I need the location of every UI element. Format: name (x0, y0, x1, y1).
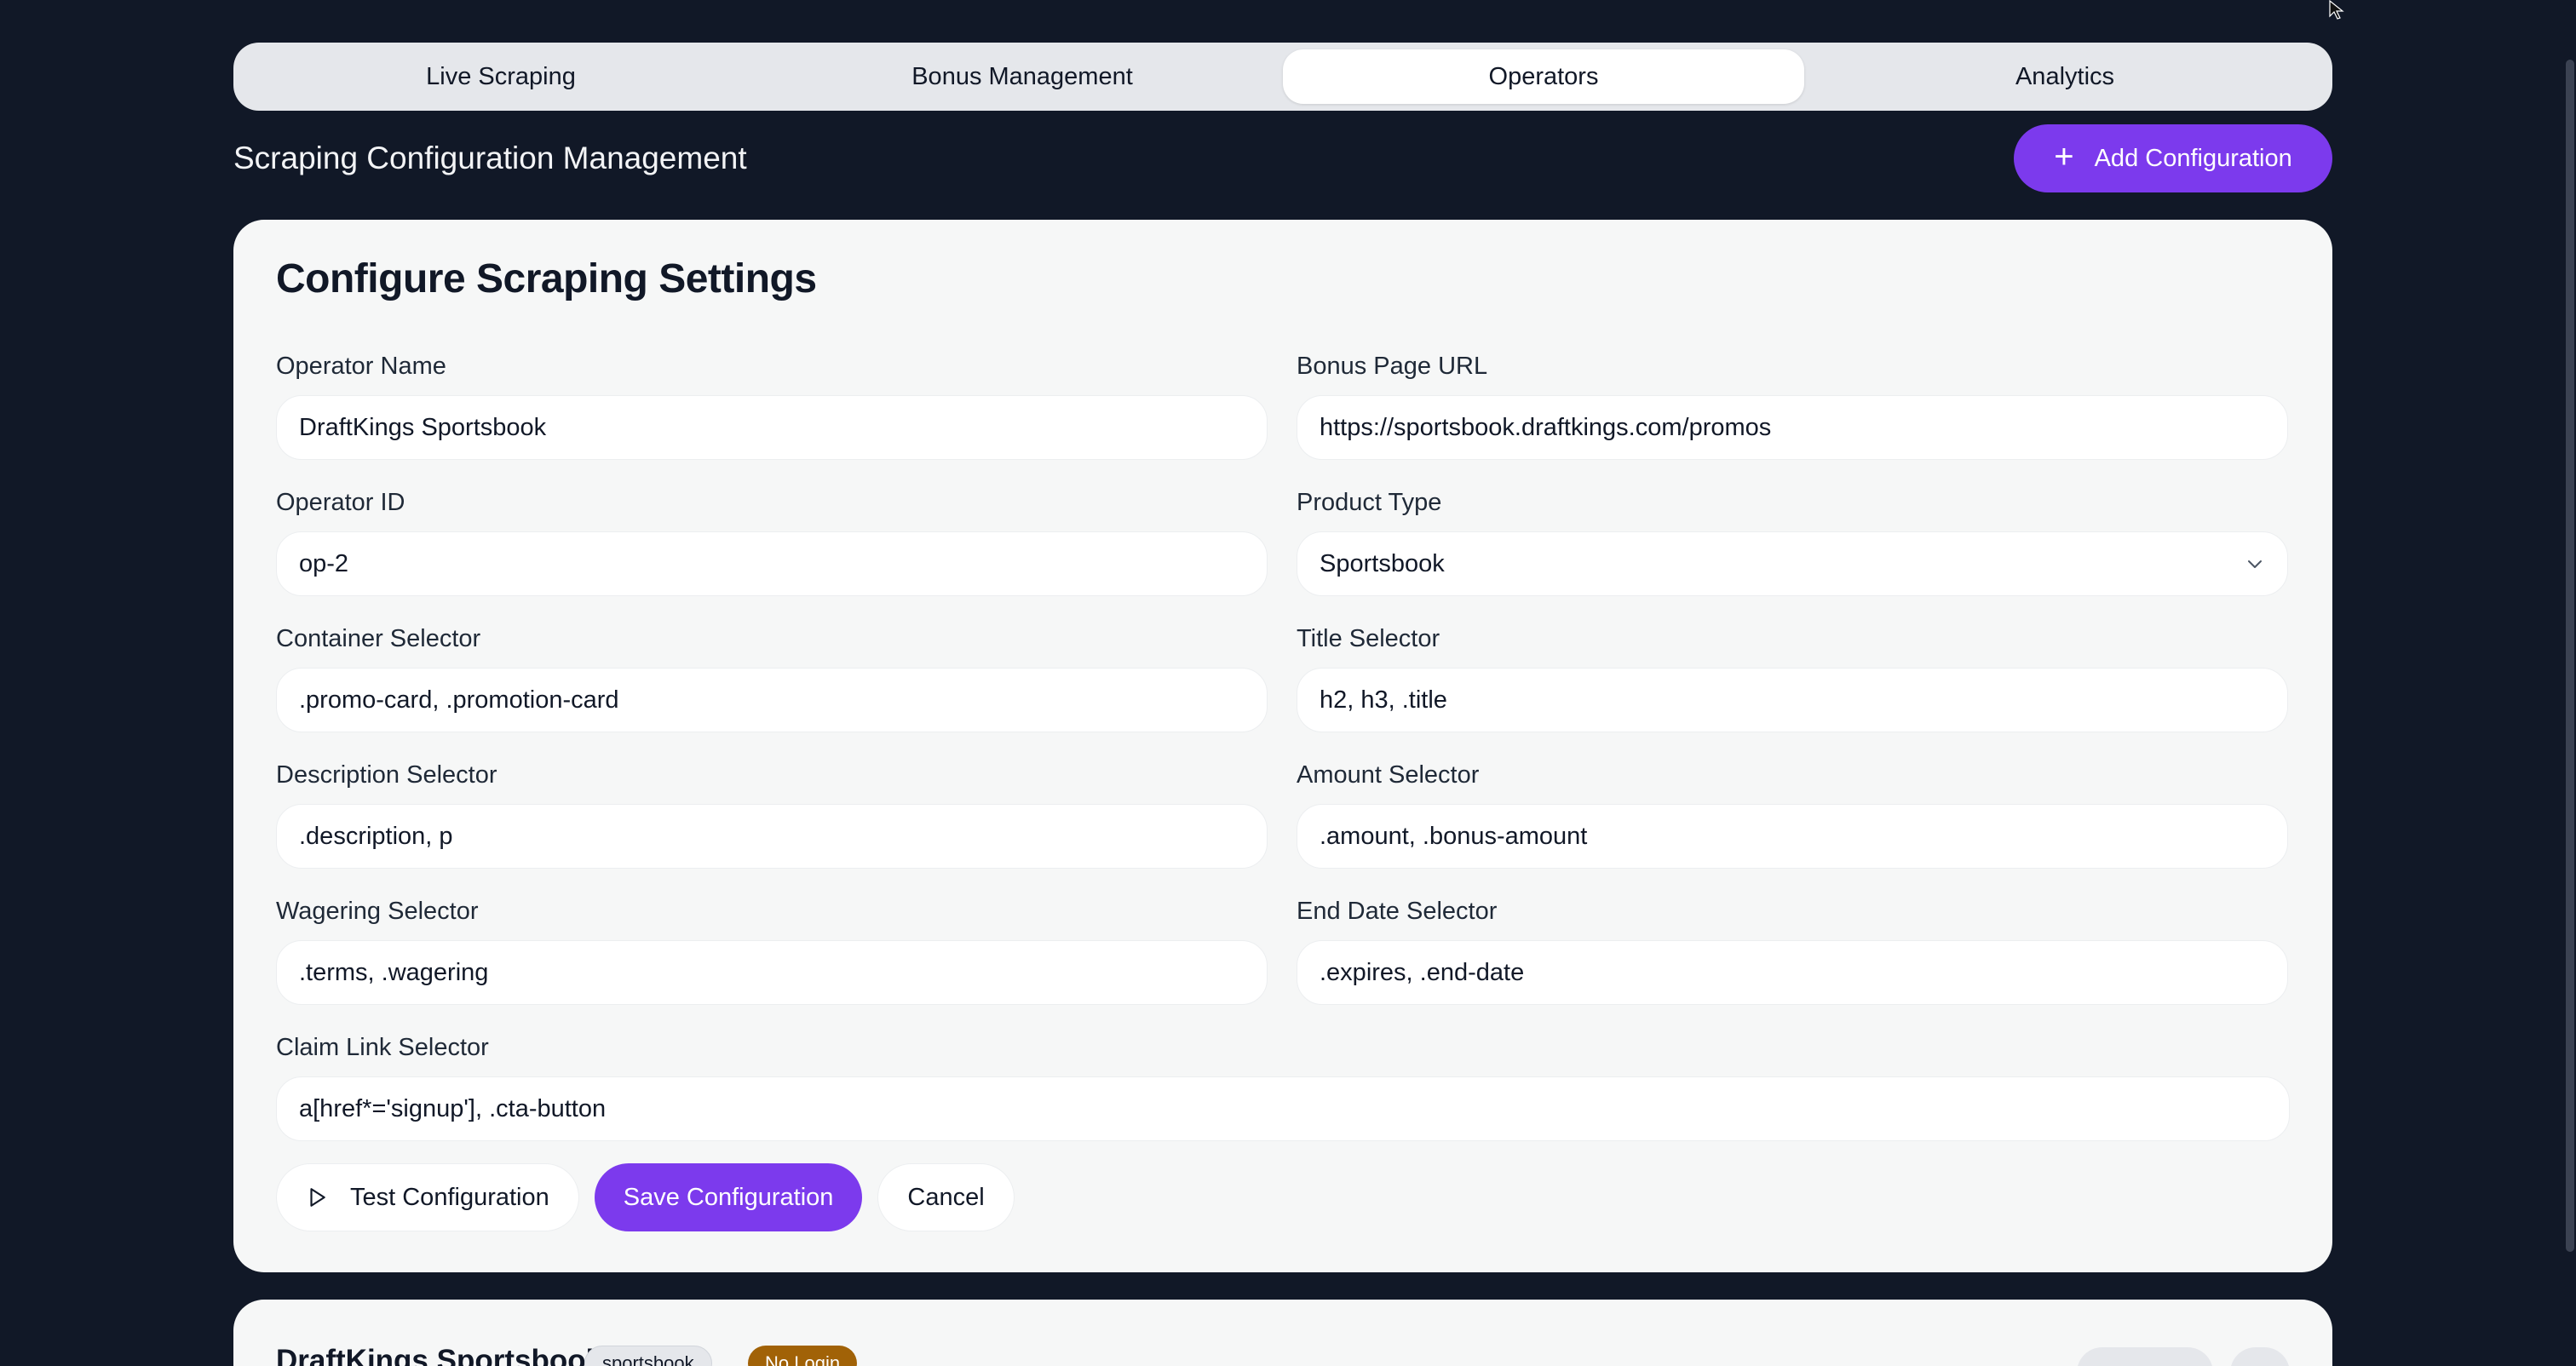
operator-name-field: Operator Name DraftKings Sportsbook (276, 349, 1268, 460)
operator-actions-button[interactable] (2077, 1347, 2213, 1366)
bonus-page-url-label: Bonus Page URL (1297, 353, 1488, 380)
amount-selector-input[interactable]: .amount, .bonus-amount (1297, 804, 2288, 869)
container-selector-label: Container Selector (276, 625, 481, 652)
product-type-value: Sportsbook (1320, 549, 1445, 577)
end-date-selector-input[interactable]: .expires, .end-date (1297, 940, 2288, 1005)
test-configuration-button[interactable]: Test Configuration (276, 1163, 579, 1231)
play-icon (310, 1188, 325, 1207)
title-selector-input[interactable]: h2, h3, .title (1297, 668, 2288, 732)
amount-selector-field: Amount Selector .amount, .bonus-amount (1297, 758, 2288, 869)
end-date-selector-label: End Date Selector (1297, 898, 1498, 925)
tab-live-scraping[interactable]: Live Scraping (240, 49, 762, 104)
plus-icon: + (2054, 138, 2074, 175)
configuration-form-card: Configure Scraping Settings Operator Nam… (233, 220, 2332, 1272)
save-configuration-button[interactable]: Save Configuration (594, 1163, 863, 1231)
form-actions: Test Configuration Save Configuration Ca… (276, 1163, 1015, 1231)
test-configuration-label: Test Configuration (350, 1183, 549, 1211)
container-selector-input[interactable]: .promo-card, .promotion-card (276, 668, 1268, 732)
scrollbar[interactable] (2566, 60, 2574, 1252)
tab-operators[interactable]: Operators (1283, 49, 1804, 104)
page: Live Scraping Bonus Management Operators… (0, 0, 2576, 1366)
wagering-selector-label: Wagering Selector (276, 898, 479, 925)
operator-card: DraftKings Sportsbook sportsbook No Logi… (233, 1300, 2332, 1366)
amount-selector-label: Amount Selector (1297, 761, 1480, 789)
bonus-page-url-input[interactable]: https://sportsbook.draftkings.com/promos (1297, 395, 2288, 460)
container-selector-field: Container Selector .promo-card, .promoti… (276, 622, 1268, 732)
product-type-select[interactable]: Sportsbook (1297, 531, 2288, 596)
edit-icon[interactable] (2230, 1347, 2290, 1366)
tab-analytics[interactable]: Analytics (1804, 49, 2326, 104)
product-type-badge: sportsbook (584, 1346, 712, 1366)
operator-name-input[interactable]: DraftKings Sportsbook (276, 395, 1268, 460)
description-selector-label: Description Selector (276, 761, 497, 789)
operator-card-title: DraftKings Sportsbook (276, 1344, 603, 1366)
wagering-selector-input[interactable]: .terms, .wagering (276, 940, 1268, 1005)
add-configuration-label: Add Configuration (2094, 144, 2292, 172)
claim-link-selector-field: Claim Link Selector a[href*='signup'], .… (276, 1030, 2290, 1141)
login-status-badge: No Login (748, 1346, 858, 1366)
claim-link-selector-label: Claim Link Selector (276, 1034, 489, 1061)
product-type-field: Product Type Sportsbook (1297, 485, 2288, 596)
description-selector-field: Description Selector .description, p (276, 758, 1268, 869)
chevron-down-icon (2248, 560, 2262, 568)
operator-name-label: Operator Name (276, 353, 446, 380)
operator-card-actions (2077, 1347, 2290, 1366)
operator-id-label: Operator ID (276, 489, 405, 516)
product-type-label: Product Type (1297, 489, 1442, 516)
bonus-page-url-field: Bonus Page URL https://sportsbook.draftk… (1297, 349, 2288, 460)
cancel-button[interactable]: Cancel (877, 1163, 1015, 1231)
wagering-selector-field: Wagering Selector .terms, .wagering (276, 894, 1268, 1005)
end-date-selector-field: End Date Selector .expires, .end-date (1297, 894, 2288, 1005)
claim-link-selector-input[interactable]: a[href*='signup'], .cta-button (276, 1076, 2290, 1141)
operator-id-field: Operator ID op-2 (276, 485, 1268, 596)
description-selector-input[interactable]: .description, p (276, 804, 1268, 869)
cursor-icon (2329, 0, 2344, 20)
tab-bonus-management[interactable]: Bonus Management (762, 49, 1283, 104)
title-selector-label: Title Selector (1297, 625, 1440, 652)
operator-id-input[interactable]: op-2 (276, 531, 1268, 596)
add-configuration-button[interactable]: + Add Configuration (2014, 124, 2332, 192)
page-title: Scraping Configuration Management (233, 141, 747, 175)
form-title: Configure Scraping Settings (276, 256, 817, 301)
main-tabs: Live Scraping Bonus Management Operators… (233, 43, 2332, 111)
title-selector-field: Title Selector h2, h3, .title (1297, 622, 2288, 732)
